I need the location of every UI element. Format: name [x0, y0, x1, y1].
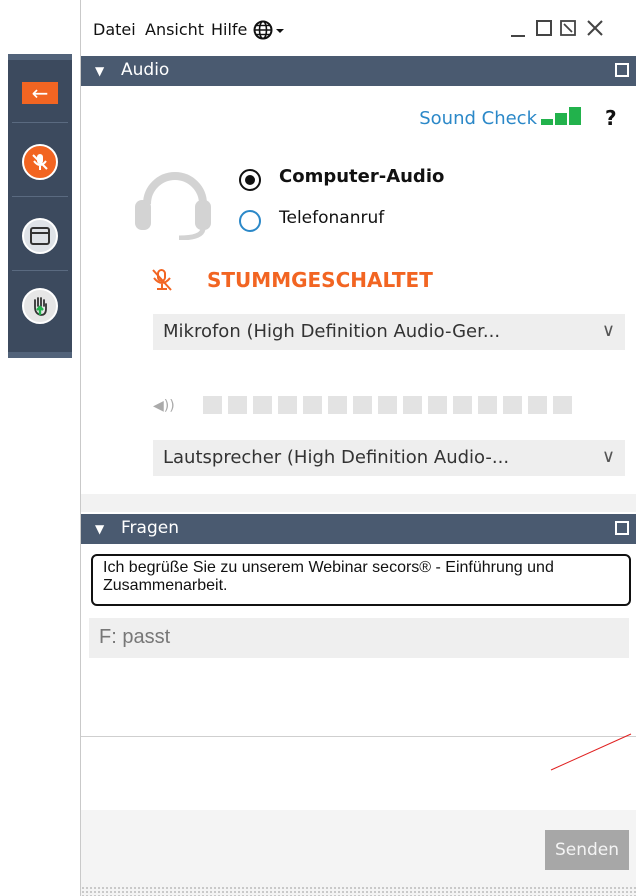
minimize-icon [511, 35, 525, 37]
toolbar-divider [12, 122, 68, 123]
close-icon [587, 20, 603, 36]
fragen-title: Fragen [121, 518, 179, 538]
mic-muted-icon[interactable] [151, 268, 173, 292]
toolbar-divider [12, 270, 68, 271]
collapse-arrow-button[interactable]: ← [22, 82, 58, 104]
level-segment [553, 396, 572, 414]
mute-mic-button[interactable] [22, 144, 58, 180]
raise-hand-icon [34, 297, 47, 316]
level-segment [453, 396, 472, 414]
level-segment [378, 396, 397, 414]
resize-grip[interactable] [81, 886, 636, 896]
window-icon [30, 227, 50, 245]
collapse-triangle-icon: ▼ [95, 522, 105, 536]
menu-bar: Datei Ansicht Hilfe [81, 0, 636, 54]
menu-datei[interactable]: Datei [93, 20, 136, 39]
speaker-select[interactable]: Lautsprecher (High Definition Audio-... … [153, 440, 625, 476]
minimize-button[interactable] [509, 18, 527, 43]
level-segment [478, 396, 497, 414]
raise-hand-button[interactable] [22, 288, 58, 324]
window-view-button[interactable] [22, 218, 58, 254]
sound-check-link[interactable]: Sound Check [419, 108, 537, 129]
level-segment [503, 396, 522, 414]
level-segment [228, 396, 247, 414]
mute-status-label: STUMMGESCHALTET [207, 268, 433, 292]
fragen-section-header[interactable]: ▼ Fragen [81, 514, 636, 544]
headset-icon [135, 172, 211, 240]
popout-button[interactable] [559, 18, 577, 43]
microphone-value: Mikrofon (High Definition Audio-Ger... [163, 321, 501, 342]
audio-section-header[interactable]: ▼ Audio [81, 56, 636, 86]
level-segment [428, 396, 447, 414]
chevron-down-icon: ∨ [601, 320, 615, 341]
audio-help-button[interactable]: ? [605, 106, 617, 130]
side-toolbar: ← [8, 54, 72, 358]
fragen-popout-icon[interactable] [615, 521, 629, 535]
microphone-select[interactable]: Mikrofon (High Definition Audio-Ger... ∨ [153, 314, 625, 350]
speaker-volume-icon: ◀)) [153, 398, 175, 414]
menu-hilfe[interactable]: Hilfe [211, 20, 247, 39]
level-segment [303, 396, 322, 414]
audio-popout-icon[interactable] [615, 63, 629, 77]
level-segment [528, 396, 547, 414]
maximize-icon [536, 20, 552, 36]
level-segment [328, 396, 347, 414]
close-button[interactable] [585, 18, 605, 43]
annotation-line [550, 733, 632, 771]
language-button[interactable] [253, 20, 287, 44]
signal-strength-icon [541, 107, 581, 125]
speaker-value: Lautsprecher (High Definition Audio-... [163, 447, 510, 468]
toolbar-divider [12, 196, 68, 197]
question-item[interactable]: F: passt [89, 618, 629, 658]
collapse-triangle-icon: ▼ [95, 64, 105, 78]
menu-ansicht[interactable]: Ansicht [145, 20, 204, 39]
control-panel: Datei Ansicht Hilfe ▼ Audio Sound Check … [80, 0, 636, 896]
send-button[interactable]: Senden [545, 830, 629, 870]
popout-icon [560, 20, 576, 36]
level-segment [278, 396, 297, 414]
arrow-left-icon: ← [31, 81, 49, 105]
computer-audio-label[interactable]: Computer-Audio [279, 166, 444, 187]
speaker-level-meter [203, 396, 572, 414]
chevron-down-icon: ∨ [601, 446, 615, 467]
mic-muted-icon [32, 154, 48, 170]
maximize-button[interactable] [535, 18, 553, 43]
phone-call-radio[interactable] [239, 210, 261, 232]
phone-call-label[interactable]: Telefonanruf [279, 208, 384, 228]
level-segment [203, 396, 222, 414]
level-segment [403, 396, 422, 414]
audio-title: Audio [121, 60, 170, 80]
level-segment [353, 396, 372, 414]
welcome-message: Ich begrüße Sie zu unserem Webinar secor… [91, 554, 631, 606]
globe-icon [253, 20, 284, 40]
level-segment [253, 396, 272, 414]
section-gap [81, 494, 636, 512]
computer-audio-radio[interactable] [239, 169, 261, 191]
